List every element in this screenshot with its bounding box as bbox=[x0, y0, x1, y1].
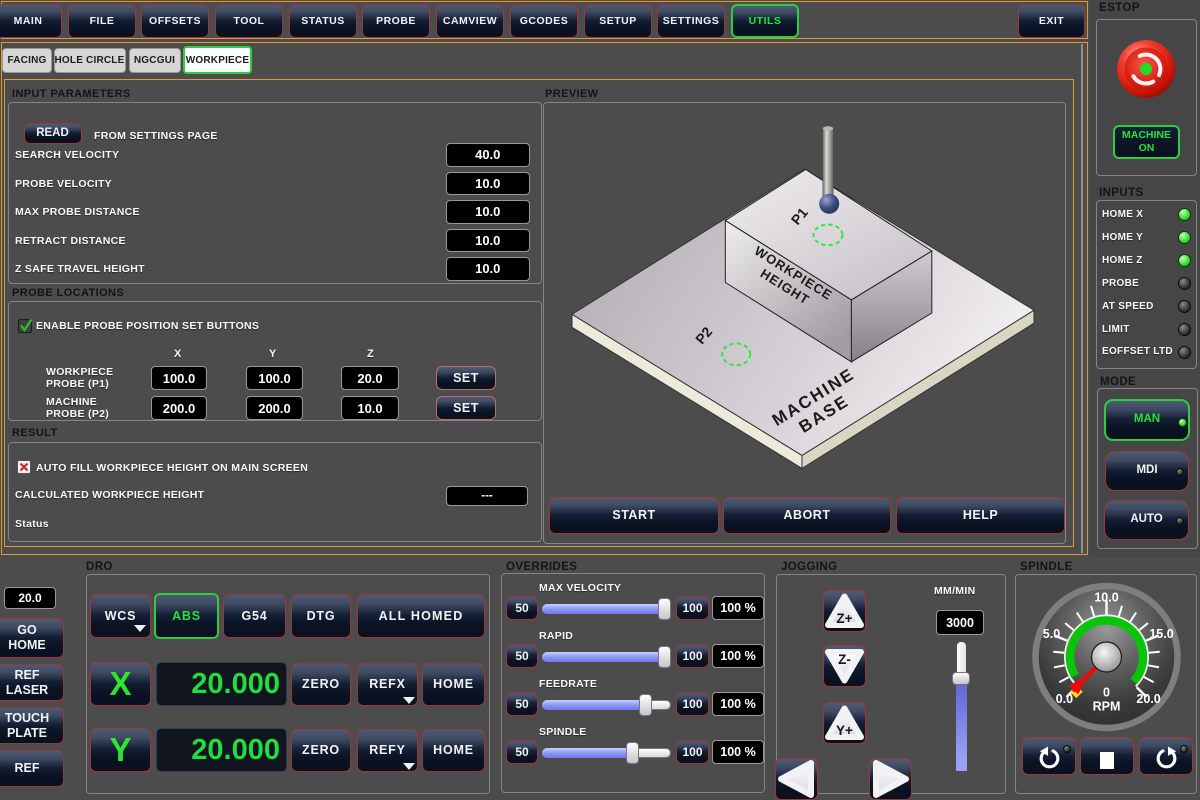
svg-text:Y+: Y+ bbox=[836, 723, 853, 738]
svg-text:RPM: RPM bbox=[1093, 700, 1121, 714]
svg-text:10.0: 10.0 bbox=[1094, 591, 1118, 605]
svg-text:0.0: 0.0 bbox=[1056, 692, 1073, 706]
svg-text:5.0: 5.0 bbox=[1043, 627, 1060, 641]
svg-text:Z-: Z- bbox=[838, 652, 851, 667]
svg-text:Z+: Z+ bbox=[836, 611, 852, 626]
svg-text:0: 0 bbox=[1103, 686, 1110, 700]
svg-text:20.0: 20.0 bbox=[1136, 692, 1160, 706]
svg-text:15.0: 15.0 bbox=[1149, 627, 1173, 641]
